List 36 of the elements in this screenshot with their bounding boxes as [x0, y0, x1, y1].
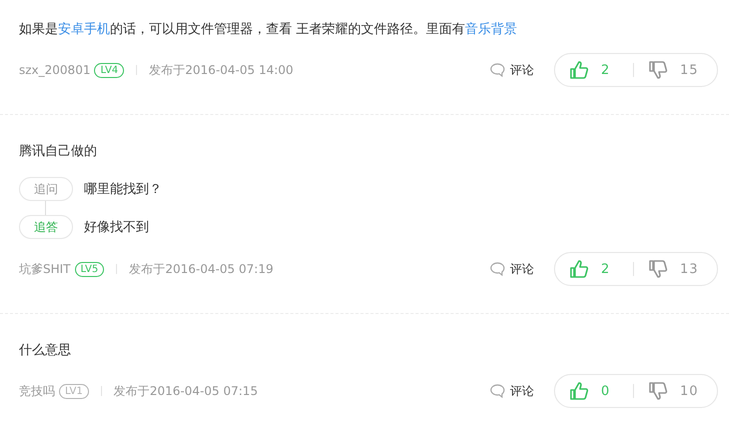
reply-link[interactable]: 评论	[510, 62, 534, 78]
thumbs-up-icon	[569, 60, 589, 80]
like-count: 0	[601, 384, 610, 398]
thumbs-up-icon	[569, 259, 589, 279]
comment-text: 什么意思	[19, 342, 72, 360]
level-badge: LV4	[94, 62, 124, 78]
thumbs-up-icon	[569, 381, 589, 401]
text-link[interactable]: 安卓手机	[58, 22, 110, 37]
like-count: 2	[601, 62, 610, 78]
username[interactable]: 竞技吗	[19, 382, 55, 400]
username[interactable]: 坑爹SHIT	[19, 260, 71, 278]
follow-up-text: 哪里能找到？	[84, 181, 162, 198]
post-date: 发布于2016-04-05 07:19	[129, 260, 274, 278]
dislike-count: 10	[680, 384, 699, 398]
reply-link[interactable]: 评论	[510, 382, 534, 400]
dislike-count: 15	[680, 62, 699, 78]
post-date: 发布于2016-04-05 07:15	[114, 382, 258, 400]
dislike-count: 13	[680, 262, 699, 276]
speech-bubble-icon	[490, 384, 505, 398]
level-badge: LV1	[59, 384, 89, 398]
speech-bubble-icon	[490, 63, 505, 77]
speech-bubble-icon	[490, 262, 505, 276]
like-count: 2	[601, 262, 610, 276]
username[interactable]: szx_200801	[19, 63, 90, 77]
comment-text: 腾讯自己做的	[19, 143, 98, 161]
comment-text: 如果是安卓手机的话，可以用文件管理器，查看 王者荣耀的文件路径。里面有音乐背景	[19, 21, 518, 39]
text-link[interactable]: 音乐背景	[465, 22, 518, 37]
follow-up-tag: 追问	[19, 177, 73, 201]
thumbs-down-icon	[648, 381, 668, 401]
level-badge: LV5	[74, 262, 104, 276]
thumbs-down-icon	[648, 60, 668, 80]
reply-link[interactable]: 评论	[510, 260, 534, 278]
thumbs-down-icon	[648, 259, 668, 279]
follow-up-tag: 追答	[19, 215, 73, 239]
follow-up-text: 好像找不到	[84, 219, 149, 236]
post-date: 发布于2016-04-05 14:00	[149, 62, 294, 78]
